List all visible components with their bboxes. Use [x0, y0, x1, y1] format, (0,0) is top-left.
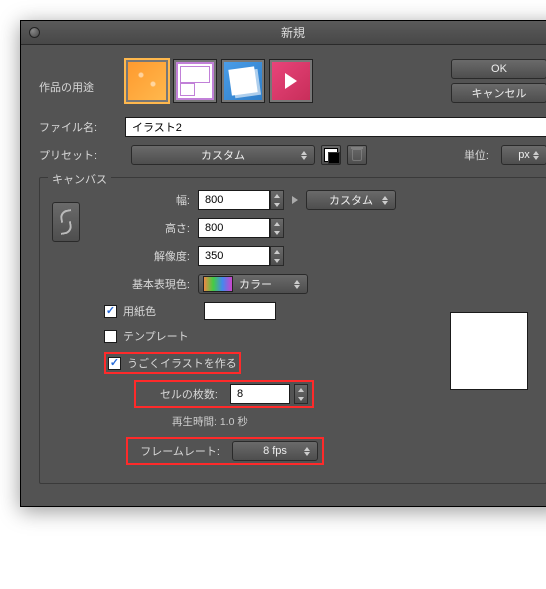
- trash-icon: [352, 149, 362, 161]
- preset-delete-button[interactable]: [347, 145, 367, 165]
- purpose-comic[interactable]: [173, 59, 217, 103]
- chevron-updown-icon: [530, 148, 542, 162]
- purpose-thumbnails: [125, 59, 313, 103]
- highlight-box: うごくイラストを作る: [104, 352, 241, 374]
- new-document-dialog: 新規 作品の用途 OK キャンセル ファイル名: プリセット: カスタム: [20, 20, 546, 507]
- height-stepper[interactable]: [270, 218, 284, 238]
- paper-color-checkbox[interactable]: [104, 305, 117, 318]
- canvas-fieldset: キャンバス 幅: カスタム: [39, 177, 546, 484]
- colorbar-icon: [203, 276, 233, 292]
- make-animation-label: うごくイラストを作る: [127, 355, 237, 371]
- playback-time-label: 再生時間: 1.0 秒: [172, 414, 434, 429]
- framerate-label: フレームレート:: [132, 443, 228, 459]
- purpose-print[interactable]: [221, 59, 265, 103]
- canvas-legend: キャンバス: [48, 171, 111, 187]
- colormode-dropdown[interactable]: カラー: [198, 274, 308, 294]
- rotate-icon: [58, 210, 74, 234]
- height-label: 高さ:: [96, 220, 198, 236]
- titlebar: 新規: [21, 21, 546, 45]
- swatch-icon: [324, 148, 338, 162]
- preset-value: カスタム: [201, 147, 245, 163]
- ok-button[interactable]: OK: [451, 59, 546, 79]
- unit-label: 単位:: [464, 147, 489, 163]
- canvas-preview: [450, 312, 528, 390]
- chevron-updown-icon: [298, 148, 310, 162]
- purpose-illustration[interactable]: [125, 59, 169, 103]
- chevron-updown-icon: [301, 444, 313, 458]
- template-checkbox[interactable]: [104, 330, 117, 343]
- size-preset-dropdown[interactable]: カスタム: [306, 190, 396, 210]
- paper-color-swatch[interactable]: [204, 302, 276, 320]
- chevron-updown-icon: [379, 193, 391, 207]
- orientation-button[interactable]: [52, 202, 80, 242]
- framerate-value: 8 fps: [263, 445, 287, 457]
- highlight-box: セルの枚数:: [134, 380, 314, 408]
- preset-label: プリセット:: [39, 147, 125, 163]
- resolution-stepper[interactable]: [270, 246, 284, 266]
- resolution-input[interactable]: [198, 246, 270, 266]
- paper-color-label: 用紙色: [123, 303, 156, 319]
- cells-stepper[interactable]: [294, 384, 308, 404]
- cancel-button[interactable]: キャンセル: [451, 83, 546, 103]
- unit-value: px: [518, 149, 530, 161]
- purpose-animation[interactable]: [269, 59, 313, 103]
- unit-dropdown[interactable]: px: [501, 145, 546, 165]
- cells-input[interactable]: [230, 384, 290, 404]
- framerate-dropdown[interactable]: 8 fps: [232, 441, 318, 461]
- filename-input[interactable]: [125, 117, 546, 137]
- triangle-right-icon: [292, 196, 298, 204]
- cells-label: セルの枚数:: [140, 386, 226, 402]
- template-label: テンプレート: [123, 328, 189, 344]
- size-preset-value: カスタム: [329, 192, 373, 208]
- preset-dropdown[interactable]: カスタム: [131, 145, 315, 165]
- colormode-value: カラー: [239, 276, 272, 292]
- width-input[interactable]: [198, 190, 270, 210]
- filename-label: ファイル名:: [39, 119, 125, 135]
- make-animation-checkbox[interactable]: [108, 357, 121, 370]
- dialog-title: 新規: [21, 24, 546, 41]
- height-input[interactable]: [198, 218, 270, 238]
- preset-swatch-button[interactable]: [321, 145, 341, 165]
- highlight-box: フレームレート: 8 fps: [126, 437, 324, 465]
- resolution-label: 解像度:: [96, 248, 198, 264]
- width-stepper[interactable]: [270, 190, 284, 210]
- colormode-label: 基本表現色:: [96, 276, 198, 292]
- chevron-updown-icon: [291, 277, 303, 291]
- width-label: 幅:: [96, 192, 198, 208]
- purpose-label: 作品の用途: [39, 59, 125, 95]
